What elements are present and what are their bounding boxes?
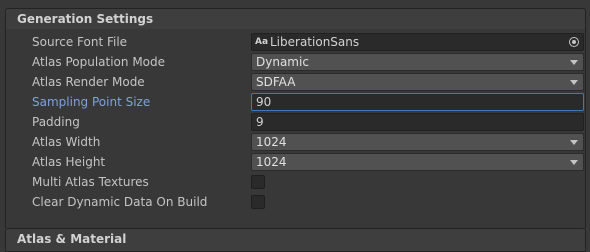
multi-atlas-textures-label: Multi Atlas Textures [32,175,149,189]
row-source-font-file: Source Font File Aa LiberationSans [0,32,590,52]
atlas-material-header[interactable]: Atlas & Material [5,228,586,252]
atlas-population-mode-value: Dynamic [256,55,309,69]
padding-input[interactable]: 9 [251,113,584,131]
atlas-material-title: Atlas & Material [17,232,127,246]
chevron-down-icon [570,80,578,85]
atlas-render-mode-label: Atlas Render Mode [32,75,145,89]
row-atlas-width: Atlas Width 1024 [0,132,590,152]
atlas-height-dropdown[interactable]: 1024 [251,153,584,171]
atlas-width-value: 1024 [256,135,287,149]
atlas-height-value: 1024 [256,155,287,169]
row-atlas-render-mode: Atlas Render Mode SDFAA [0,72,590,92]
source-font-file-label: Source Font File [32,35,128,49]
object-picker-icon[interactable] [569,37,579,47]
chevron-down-icon [570,140,578,145]
source-font-file-value: LiberationSans [270,35,360,49]
clear-dynamic-data-label: Clear Dynamic Data On Build [32,195,208,209]
chevron-down-icon [570,160,578,165]
row-clear-dynamic-data: Clear Dynamic Data On Build [0,192,590,212]
source-font-file-field[interactable]: Aa LiberationSans [251,33,584,51]
row-multi-atlas-textures: Multi Atlas Textures [0,172,590,192]
row-atlas-height: Atlas Height 1024 [0,152,590,172]
sampling-point-size-value: 90 [256,95,272,109]
sampling-point-size-label: Sampling Point Size [32,95,151,109]
row-atlas-population-mode: Atlas Population Mode Dynamic [0,52,590,72]
atlas-width-dropdown[interactable]: 1024 [251,133,584,151]
atlas-height-label: Atlas Height [32,155,106,169]
atlas-render-mode-dropdown[interactable]: SDFAA [251,73,584,91]
generation-settings-title: Generation Settings [17,12,154,26]
chevron-down-icon [570,60,578,65]
row-padding: Padding 9 [0,112,590,132]
row-sampling-point-size: Sampling Point Size 90 [0,92,590,112]
font-asset-icon: Aa [255,37,269,47]
atlas-population-mode-dropdown[interactable]: Dynamic [251,53,584,71]
generation-settings-header[interactable]: Generation Settings [5,8,586,30]
multi-atlas-textures-checkbox[interactable] [251,175,265,189]
atlas-width-label: Atlas Width [32,135,101,149]
padding-label: Padding [32,115,80,129]
clear-dynamic-data-checkbox[interactable] [251,195,265,209]
atlas-render-mode-value: SDFAA [256,75,296,89]
sampling-point-size-input[interactable]: 90 [251,93,584,111]
atlas-population-mode-label: Atlas Population Mode [32,55,166,69]
padding-value: 9 [256,115,264,129]
